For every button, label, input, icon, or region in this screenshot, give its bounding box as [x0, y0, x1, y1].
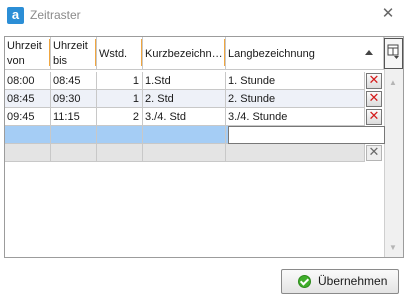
column-header-uhrzeit-von[interactable]: Uhrzeit von — [5, 37, 51, 70]
header-line: Langbezeichnung — [228, 48, 315, 60]
header-line: Wstd. — [99, 48, 128, 60]
cell-langbezeichnung[interactable]: 1. Stunde — [226, 72, 365, 90]
column-header-langbezeichnung[interactable]: Langbezeichnung — [226, 37, 384, 70]
sort-ascending-icon — [365, 50, 373, 55]
uebernehmen-label: Übernehmen — [318, 274, 388, 288]
cell-uhrzeit-bis[interactable]: 08:45 — [51, 72, 97, 90]
cell-kurzbezeichnung[interactable]: 2. Std — [143, 90, 226, 108]
cell-kurzbezeichnung[interactable] — [143, 126, 226, 144]
delete-row-button[interactable]: ✕ — [366, 73, 382, 89]
cell-wstd[interactable] — [97, 144, 143, 162]
cell-uhrzeit-von[interactable]: 09:45 — [5, 108, 51, 126]
header-line: Uhrzeit — [7, 40, 42, 52]
cell-uhrzeit-von[interactable]: 08:45 — [5, 90, 51, 108]
cell-wstd[interactable] — [97, 126, 143, 144]
column-chooser-icon — [387, 44, 399, 59]
cell-uhrzeit-bis[interactable] — [51, 126, 97, 144]
cell-uhrzeit-bis[interactable] — [51, 144, 97, 162]
cell-kurzbezeichnung[interactable] — [143, 144, 226, 162]
cell-wstd[interactable]: 1 — [97, 90, 143, 108]
scroll-up-arrow-icon[interactable]: ▲ — [386, 77, 400, 89]
cell-langbezeichnung[interactable]: 3./4. Stunde — [226, 108, 365, 126]
zeitraster-grid: Uhrzeit von Uhrzeit bis Wstd. Kurzbezeic… — [4, 36, 404, 258]
cell-langbezeichnung[interactable] — [226, 144, 365, 162]
cell-uhrzeit-von[interactable]: 08:00 — [5, 72, 51, 90]
header-line: Uhrzeit — [53, 40, 88, 52]
cell-uhrzeit-von[interactable] — [5, 144, 51, 162]
delete-row-button[interactable]: ✕ — [366, 91, 382, 107]
column-header-uhrzeit-bis[interactable]: Uhrzeit bis — [51, 37, 97, 70]
delete-row-button-disabled: ✕ — [366, 145, 382, 161]
cell-langbezeichnung[interactable]: 2. Stunde — [226, 90, 365, 108]
cell-kurzbezeichnung[interactable]: 1.Std — [143, 72, 226, 90]
cell-wstd[interactable]: 2 — [97, 108, 143, 126]
column-header-wstd[interactable]: Wstd. — [97, 37, 143, 70]
column-header-kurzbezeichnung[interactable]: Kurzbezeichn… — [143, 37, 226, 70]
title-bar: a Zeitraster ✕ — [0, 0, 407, 30]
app-logo-icon: a — [7, 7, 24, 24]
cell-kurzbezeichnung[interactable]: 3./4. Std — [143, 108, 226, 126]
scroll-down-arrow-icon[interactable]: ▼ — [386, 242, 400, 254]
header-line: bis — [53, 55, 68, 67]
cell-uhrzeit-bis[interactable]: 09:30 — [51, 90, 97, 108]
close-icon[interactable]: ✕ — [379, 5, 397, 23]
delete-row-button[interactable]: ✕ — [366, 109, 382, 125]
cell-wstd[interactable]: 1 — [97, 72, 143, 90]
cell-uhrzeit-von[interactable] — [5, 126, 51, 144]
uebernehmen-button[interactable]: Übernehmen — [281, 269, 399, 294]
column-chooser-button[interactable] — [384, 38, 403, 69]
cell-uhrzeit-bis[interactable]: 11:15 — [51, 108, 97, 126]
header-line: von — [7, 55, 25, 67]
header-line: Kurzbezeichn… — [145, 48, 223, 60]
window-title: Zeitraster — [30, 8, 81, 22]
check-circle-icon — [298, 275, 311, 288]
langbezeichnung-edit-field[interactable] — [228, 126, 385, 144]
